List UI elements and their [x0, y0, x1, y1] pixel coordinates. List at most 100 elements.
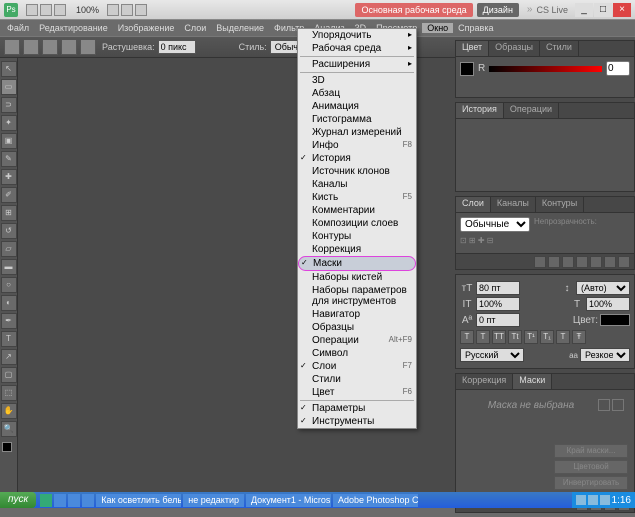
quicklaunch-icon[interactable] — [40, 494, 52, 507]
selection-sub-icon[interactable] — [61, 39, 77, 55]
pixel-mask-icon[interactable] — [598, 399, 610, 411]
menuitem-Комментарии[interactable]: Комментарии — [298, 204, 416, 217]
quicklaunch-icon[interactable] — [54, 494, 66, 507]
color-slider[interactable] — [489, 66, 602, 72]
menu-Выделение[interactable]: Выделение — [211, 23, 269, 33]
menuitem-Наборы параметров для инструментов[interactable]: Наборы параметров для инструментов — [298, 284, 416, 308]
menuitem-Стили[interactable]: Стили — [298, 373, 416, 386]
guides-icon[interactable] — [135, 4, 147, 16]
selection-int-icon[interactable] — [80, 39, 96, 55]
eraser-tool[interactable]: ▱ — [1, 241, 17, 257]
menuitem-Гистограмма[interactable]: Гистограмма — [298, 113, 416, 126]
quicklaunch-icon[interactable] — [68, 494, 80, 507]
menu-Изображение[interactable]: Изображение — [113, 23, 180, 33]
menuitem-Образцы[interactable]: Образцы — [298, 321, 416, 334]
menuitem-Источник клонов[interactable]: Источник клонов — [298, 165, 416, 178]
expand-icon[interactable]: » — [527, 4, 533, 15]
color-swatches[interactable] — [2, 442, 16, 456]
blend-mode-select[interactable]: Обычные — [460, 217, 530, 232]
pen-tool[interactable]: ✒ — [1, 313, 17, 329]
trash-icon[interactable] — [618, 256, 630, 268]
task-button[interactable]: Как осветлить белы... — [96, 494, 181, 507]
crop-tool[interactable]: ▣ — [1, 133, 17, 149]
menuitem-Символ[interactable]: Символ — [298, 347, 416, 360]
fx-icon[interactable] — [548, 256, 560, 268]
style-button[interactable]: T¹ — [524, 330, 538, 344]
move-tool[interactable]: ↖ — [1, 61, 17, 77]
tool-preset-icon[interactable] — [4, 39, 20, 55]
menuitem-Контуры[interactable]: Контуры — [298, 230, 416, 243]
menuitem-Рабочая среда[interactable]: Рабочая среда — [298, 42, 416, 55]
vscale-input[interactable] — [476, 297, 520, 311]
eyedropper-tool[interactable]: ✎ — [1, 151, 17, 167]
link-icon[interactable] — [534, 256, 546, 268]
zoom-tool[interactable]: 🔍 — [1, 421, 17, 437]
menuitem-Каналы[interactable]: Каналы — [298, 178, 416, 191]
doc-icon[interactable] — [40, 4, 52, 16]
tray-icon[interactable] — [600, 495, 610, 505]
text-color-swatch[interactable] — [600, 314, 630, 326]
workspace-button[interactable]: Основная рабочая среда — [355, 3, 472, 17]
style-button[interactable]: TT — [492, 330, 506, 344]
menuitem-Инфо[interactable]: ИнфоF8 — [298, 139, 416, 152]
tab-Стили[interactable]: Стили — [540, 41, 579, 56]
menu-Справка[interactable]: Справка — [453, 23, 498, 33]
menuitem-Расширения[interactable]: Расширения — [298, 58, 416, 71]
feather-input[interactable] — [158, 40, 196, 54]
system-tray[interactable]: 1:16 — [572, 492, 635, 508]
dodge-tool[interactable]: ◐ — [1, 295, 17, 311]
color-value-input[interactable] — [606, 61, 630, 76]
tab-История[interactable]: История — [456, 103, 504, 118]
menuitem-Кисть[interactable]: КистьF5 — [298, 191, 416, 204]
design-button[interactable]: Дизайн — [477, 3, 519, 17]
task-button[interactable]: Документ1 - Micros... — [246, 494, 331, 507]
menuitem-Наборы кистей[interactable]: Наборы кистей — [298, 271, 416, 284]
doc-icon[interactable] — [54, 4, 66, 16]
language-select[interactable]: Русский — [460, 348, 524, 362]
menuitem-Навигатор[interactable]: Навигатор — [298, 308, 416, 321]
menuitem-Абзац[interactable]: Абзац — [298, 87, 416, 100]
menu-Редактирование[interactable]: Редактирование — [34, 23, 113, 33]
doc-icon[interactable] — [26, 4, 38, 16]
3d-tool[interactable]: ⬚ — [1, 385, 17, 401]
menuitem-История[interactable]: История — [298, 152, 416, 165]
close-button[interactable]: × — [613, 3, 631, 17]
marquee-tool[interactable]: ▭ — [1, 79, 17, 95]
vector-mask-icon[interactable] — [612, 399, 624, 411]
tab-Слои[interactable]: Слои — [456, 197, 491, 212]
style-button[interactable]: T — [476, 330, 490, 344]
history-brush-tool[interactable]: ↺ — [1, 223, 17, 239]
maximize-button[interactable]: □ — [594, 3, 612, 17]
menuitem-Параметры[interactable]: Параметры — [298, 402, 416, 415]
task-button[interactable]: Adobe Photoshop CS... — [333, 494, 418, 507]
menu-Окно[interactable]: Окно — [422, 23, 453, 33]
menuitem-Коррекция[interactable]: Коррекция — [298, 243, 416, 256]
menu-Файл[interactable]: Файл — [2, 23, 34, 33]
mask-icon[interactable] — [562, 256, 574, 268]
selection-new-icon[interactable] — [23, 39, 39, 55]
menuitem-Маски[interactable]: Маски — [298, 256, 416, 271]
minimize-button[interactable]: _ — [575, 3, 593, 17]
task-button[interactable]: не редактир — [183, 494, 244, 507]
cslive-button[interactable]: CS Live — [536, 5, 568, 15]
menuitem-Упорядочить[interactable]: Упорядочить — [298, 29, 416, 42]
menu-Слои[interactable]: Слои — [179, 23, 211, 33]
tab-Коррекция[interactable]: Коррекция — [456, 374, 513, 389]
style-button[interactable]: T₁ — [540, 330, 554, 344]
heal-tool[interactable]: ✚ — [1, 169, 17, 185]
path-tool[interactable]: ↗ — [1, 349, 17, 365]
selection-add-icon[interactable] — [42, 39, 58, 55]
stamp-tool[interactable]: ⊞ — [1, 205, 17, 221]
menuitem-Операции[interactable]: ОперацииAlt+F9 — [298, 334, 416, 347]
hscale-input[interactable] — [586, 297, 630, 311]
menuitem-Слои[interactable]: СлоиF7 — [298, 360, 416, 373]
folder-icon[interactable] — [590, 256, 602, 268]
hand-tool[interactable]: ✋ — [1, 403, 17, 419]
style-button[interactable]: T — [556, 330, 570, 344]
menuitem-Журнал измерений[interactable]: Журнал измерений — [298, 126, 416, 139]
tab-Цвет[interactable]: Цвет — [456, 41, 489, 56]
tracking-input[interactable] — [476, 313, 520, 327]
start-button[interactable]: пуск — [0, 492, 36, 508]
tab-Образцы[interactable]: Образцы — [489, 41, 540, 56]
menuitem-3D[interactable]: 3D — [298, 74, 416, 87]
